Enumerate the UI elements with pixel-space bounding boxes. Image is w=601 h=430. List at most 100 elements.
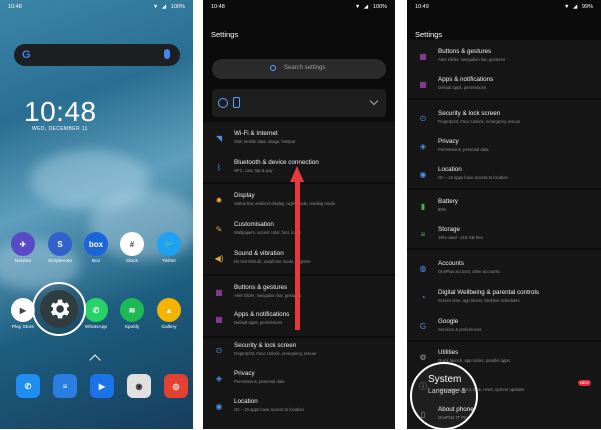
microphone-icon[interactable] — [164, 49, 170, 59]
status-time: 10:49 — [415, 4, 429, 10]
settings-item-title: Privacy — [438, 138, 459, 145]
settings-item-security-lock-screen[interactable]: ⊙ Security & lock screen Fingerprint, Face… — [407, 104, 601, 132]
system-highlight-subtitle: Language & — [428, 388, 466, 395]
settings-item-title: Utilities — [438, 349, 459, 356]
settings-item-location[interactable]: ◉ Location On – 19 apps have access to loc… — [407, 160, 601, 188]
settings-item-title: Customisation — [234, 221, 274, 228]
settings-item-battery[interactable]: ▮ Battery 99% — [407, 192, 601, 220]
camera-icon[interactable]: ◉ — [121, 374, 157, 398]
settings-item-privacy[interactable]: ◈ Privacy Permissions, personal data — [203, 364, 395, 392]
settings-item-title: Buttons & gestures — [234, 284, 288, 291]
lock-icon: ⊙ — [419, 113, 427, 123]
apps-icon: ▦ — [419, 79, 427, 89]
spotify-icon: ≋ — [120, 298, 144, 322]
settings-item-title: Security & lock screen — [234, 342, 297, 349]
app-twitter[interactable]: 🐦 Twitter — [151, 232, 187, 264]
settings-item-subtitle: Alert Slider, navigation bar, gestures — [234, 293, 302, 298]
twitter-icon: 🐦 — [157, 232, 181, 256]
google-search-bar[interactable]: G — [14, 44, 180, 66]
status-time: 10:48 — [211, 4, 225, 10]
apps-icon: ▦ — [215, 314, 223, 324]
battery-icon: ▮ — [420, 201, 426, 211]
phone-icon[interactable]: ✆ — [10, 374, 46, 398]
settings-item-subtitle: Services & preferences — [438, 327, 482, 332]
battery-percent: 99% — [581, 4, 593, 10]
settings-item-storage[interactable]: ≡ Storage 16% used - 216 GB free — [407, 220, 601, 248]
app-simplenote[interactable]: S Simplenote — [42, 232, 78, 264]
settings-item-privacy[interactable]: ◈ Privacy Permissions, personal data — [407, 132, 601, 160]
system-highlight-ring — [410, 362, 478, 430]
app-slack[interactable]: # Slack — [114, 232, 150, 264]
settings-item-title: Wi-Fi & Internet — [234, 130, 278, 137]
settings-item-subtitle: Fingerprint, Face Unlock, emergency resc… — [234, 351, 317, 356]
settings-item-title: Apps & notifications — [234, 311, 290, 318]
settings-item-apps-notifications[interactable]: ▦ Apps & notifications Default apps, permi… — [407, 70, 601, 98]
app-label: Newton — [14, 259, 32, 264]
signal-icon: ◢ — [363, 4, 369, 10]
app-label: Box — [91, 259, 101, 264]
app-newton[interactable]: ✈ Newton — [5, 232, 41, 264]
settings-item-subtitle: NFC, cast, tap & pay — [234, 168, 273, 173]
location-icon: ◉ — [419, 169, 427, 179]
messages-icon[interactable]: ≡ — [47, 374, 83, 398]
whatsapp-icon: ✆ — [84, 298, 108, 322]
google-logo-icon: G — [22, 49, 31, 61]
display-icon: ✹ — [215, 195, 223, 205]
lock-icon: ⊙ — [215, 345, 223, 355]
chevron-down-icon[interactable] — [369, 96, 379, 106]
page-title: Settings — [211, 30, 239, 39]
accounts-icon: ◍ — [419, 263, 427, 273]
settings-item-subtitle: Fingerprint, Face Unlock, emergency resc… — [438, 119, 521, 124]
settings-item-digital-wellbeing-parental-controls[interactable]: ◔ Digital Wellbeing & parental controls Sc… — [407, 283, 601, 311]
settings-item-subtitle: 99% — [438, 207, 447, 212]
settings-item-subtitle: Permissions, personal data — [234, 379, 285, 384]
wifi-icon: ◥ — [215, 133, 223, 143]
settings-item-subtitle: Status bar, ambient display, night mode,… — [234, 201, 335, 206]
status-bar: 10:48 ▼ ◢ 100% — [203, 0, 395, 14]
simplenote-icon: S — [48, 232, 72, 256]
chrome-icon-glyph: ◎ — [164, 374, 188, 398]
settings-item-subtitle: Permissions, personal data — [438, 147, 489, 152]
settings-item-title: Apps & notifications — [438, 76, 494, 83]
sound-icon: ◀) — [214, 253, 224, 263]
privacy-icon: ◈ — [215, 373, 223, 383]
annotation-arrow-head — [290, 166, 304, 182]
settings-item-title: Google — [438, 318, 459, 325]
signal-icon: ◢ — [572, 4, 578, 10]
home-clock[interactable]: 10:48 — [24, 96, 97, 128]
app-drawer-chevron-icon[interactable] — [89, 354, 101, 366]
settings-item-google[interactable]: G Google Services & preferences — [407, 312, 601, 340]
chrome-icon[interactable]: ◎ — [158, 374, 193, 398]
settings-item-security-lock-screen[interactable]: ⊙ Security & lock screen Fingerprint, Face… — [203, 336, 395, 364]
settings-item-subtitle: OnePlus account, other accounts — [438, 269, 500, 274]
settings-item-location[interactable]: ◉ Location On – 19 apps have access to loc… — [203, 392, 395, 420]
location-icon: ◉ — [215, 401, 223, 411]
app-spotify[interactable]: ≋ Spotify — [114, 298, 150, 330]
bluetooth-icon: ᛒ — [216, 162, 222, 172]
settings-item-accounts[interactable]: ◍ Accounts OnePlus account, other accounts — [407, 254, 601, 282]
home-screen: 10:48 ▼ ◢ 100% G 10:48 WED, DECEMBER 11 … — [0, 0, 193, 429]
system-highlight-title[interactable]: System — [428, 374, 461, 385]
suggestions-card[interactable] — [212, 89, 386, 117]
settings-item-wi-fi-internet[interactable]: ◥ Wi-Fi & Internet SIM, mobile data, usage… — [203, 124, 395, 152]
settings-item-subtitle: 16% used - 216 GB free — [438, 235, 483, 240]
settings-search-bar[interactable]: Search settings — [212, 59, 386, 79]
app-box[interactable]: box Box — [78, 232, 114, 264]
settings-item-buttons-gestures[interactable]: ▦ Buttons & gestures Alert Slider, navigat… — [407, 42, 601, 70]
settings-gear-icon[interactable] — [40, 290, 78, 328]
home-date[interactable]: WED, DECEMBER 11 — [32, 126, 88, 132]
signal-icon: ◢ — [161, 4, 167, 10]
duo-icon[interactable]: ▶ — [84, 374, 120, 398]
settings-item-subtitle: On – 19 apps have access to location — [234, 407, 304, 412]
dnd-suggestion-icon — [218, 98, 228, 108]
utilities-icon: ⚙ — [419, 352, 427, 362]
search-icon — [270, 65, 276, 71]
app-gallery[interactable]: ▲ Gallery — [151, 298, 187, 330]
storage-icon: ≡ — [420, 229, 426, 239]
battery-percent: 100% — [372, 4, 387, 10]
app-label: Simplenote — [48, 259, 72, 264]
phone-icon-glyph: ✆ — [16, 374, 40, 398]
settings-item-subtitle: Wallpapers, accent color, font, icons — [234, 230, 301, 235]
customisation-icon: ✎ — [215, 224, 223, 234]
wellbeing-icon: ◔ — [420, 292, 426, 302]
